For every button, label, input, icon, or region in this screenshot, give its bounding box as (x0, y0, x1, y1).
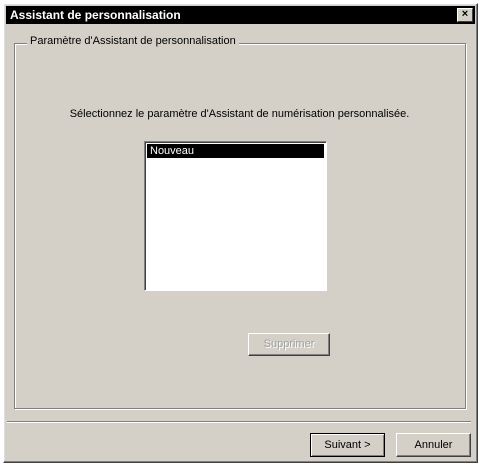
next-button[interactable]: Suivant > (310, 433, 385, 457)
groupbox-legend: Paramètre d'Assistant de personnalisatio… (27, 35, 239, 47)
title-bar[interactable]: Assistant de personnalisation × (6, 6, 475, 24)
cancel-button[interactable]: Annuler (396, 433, 471, 457)
instruction-text: Sélectionnez le paramètre d'Assistant de… (69, 108, 410, 120)
delete-button[interactable]: Supprimer (248, 333, 330, 356)
close-button[interactable]: × (457, 8, 473, 22)
settings-listbox[interactable]: Nouveau (144, 141, 327, 291)
list-item-nouveau[interactable]: Nouveau (147, 144, 324, 158)
footer-separator (7, 421, 471, 423)
window-title: Assistant de personnalisation (10, 8, 181, 22)
close-icon: × (461, 8, 469, 20)
next-button-label: Suivant > (324, 439, 371, 451)
